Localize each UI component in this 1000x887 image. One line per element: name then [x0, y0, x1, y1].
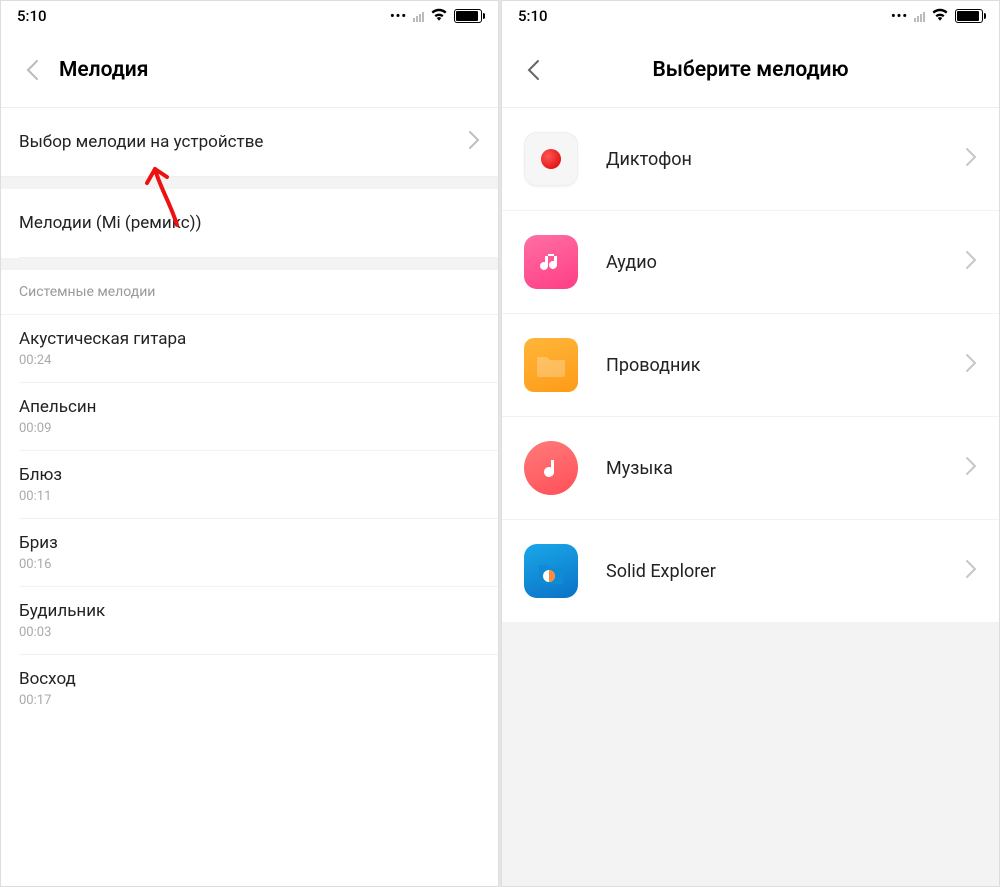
chevron-left-icon	[25, 59, 39, 81]
phone-left: 5:10 ••• Мелодия Выбор мелодии на устрой…	[0, 0, 499, 887]
status-bar: 5:10 •••	[502, 1, 999, 31]
wifi-icon	[430, 7, 448, 25]
status-icons: •••	[891, 7, 983, 25]
mi-remix-row[interactable]: Мелодии (Mi (ремикс))	[19, 189, 498, 258]
song-duration: 00:16	[19, 557, 480, 572]
app-label: Диктофон	[578, 149, 965, 170]
song-title: Акустическая гитара	[19, 329, 480, 349]
song-row[interactable]: Бриз 00:16	[19, 519, 498, 587]
page-title: Выберите мелодию	[518, 58, 983, 82]
app-row-music[interactable]: Музыка	[502, 417, 999, 520]
battery-icon	[955, 9, 983, 23]
song-duration: 00:17	[19, 693, 480, 708]
app-label: Аудио	[578, 252, 965, 273]
status-bar: 5:10 •••	[1, 1, 498, 31]
app-row-solid-explorer[interactable]: Solid Explorer	[502, 520, 999, 623]
section-gap	[1, 258, 498, 270]
more-dots-icon: •••	[891, 9, 908, 24]
app-label: Solid Explorer	[578, 561, 965, 582]
app-row-files[interactable]: Проводник	[502, 314, 999, 417]
signal-icon	[914, 10, 925, 22]
header-right: Выберите мелодию	[502, 31, 999, 108]
app-row-audio[interactable]: Аудио	[502, 211, 999, 314]
song-duration: 00:24	[19, 353, 480, 368]
song-title: Будильник	[19, 601, 480, 621]
mi-remix-label: Мелодии (Mi (ремикс))	[19, 213, 480, 233]
chevron-right-icon	[468, 130, 480, 154]
more-dots-icon: •••	[390, 9, 407, 24]
header-left: Мелодия	[1, 31, 498, 108]
choose-on-device-label: Выбор мелодии на устройстве	[19, 132, 468, 152]
song-row[interactable]: Блюз 00:11	[19, 451, 498, 519]
chevron-right-icon	[965, 250, 977, 274]
song-duration: 00:03	[19, 625, 480, 640]
battery-icon	[454, 9, 482, 23]
app-label: Музыка	[578, 458, 965, 479]
solid-explorer-icon	[524, 544, 578, 598]
song-row[interactable]: Будильник 00:03	[19, 587, 498, 655]
app-row-recorder[interactable]: Диктофон	[502, 108, 999, 211]
files-icon	[524, 338, 578, 392]
song-title: Бриз	[19, 533, 480, 553]
status-time: 5:10	[17, 7, 47, 25]
song-title: Апельсин	[19, 397, 480, 417]
song-duration: 00:09	[19, 421, 480, 436]
song-title: Блюз	[19, 465, 480, 485]
song-title: Восход	[19, 669, 480, 689]
system-melodies-header: Системные мелодии	[1, 270, 498, 315]
chevron-right-icon	[965, 559, 977, 583]
page-title: Мелодия	[59, 58, 148, 82]
music-icon	[524, 441, 578, 495]
section-gap	[1, 177, 498, 189]
audio-icon	[524, 235, 578, 289]
choose-on-device-row[interactable]: Выбор мелодии на устройстве	[1, 108, 498, 177]
wifi-icon	[931, 7, 949, 25]
chevron-right-icon	[965, 147, 977, 171]
status-time: 5:10	[518, 7, 548, 25]
song-row[interactable]: Восход 00:17	[19, 655, 498, 722]
app-label: Проводник	[578, 355, 965, 376]
phone-right: 5:10 ••• Выберите мелодию Диктофон	[501, 0, 1000, 887]
chevron-right-icon	[965, 353, 977, 377]
back-button[interactable]	[17, 55, 47, 85]
chevron-right-icon	[965, 456, 977, 480]
recorder-icon	[524, 132, 578, 186]
song-row[interactable]: Апельсин 00:09	[19, 383, 498, 451]
signal-icon	[413, 10, 424, 22]
song-duration: 00:11	[19, 489, 480, 504]
status-icons: •••	[390, 7, 482, 25]
song-row[interactable]: Акустическая гитара 00:24	[19, 315, 498, 383]
